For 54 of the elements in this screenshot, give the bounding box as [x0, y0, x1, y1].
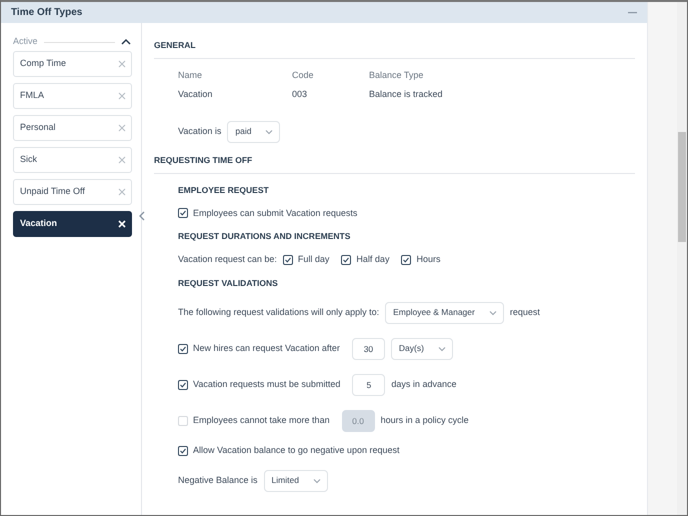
checkbox-label: Allow Vacation balance to go negative upon request — [193, 444, 400, 457]
checkbox[interactable] — [282, 255, 293, 265]
section-heading: REQUEST DURATIONS AND INCREMENTS — [178, 230, 352, 243]
number-field[interactable]: 5 — [352, 374, 386, 396]
checkbox[interactable] — [178, 208, 188, 218]
checkbox[interactable] — [178, 344, 188, 354]
checkbox-label: Full day — [298, 253, 330, 266]
label-text: request — [510, 306, 540, 319]
dropdown[interactable]: Limited — [264, 470, 328, 492]
label-text: Negative Balance is — [178, 474, 258, 487]
dropdown[interactable]: Day(s) — [390, 338, 453, 360]
checkbox-label: Vacation requests must be submitted — [193, 378, 340, 391]
list-item[interactable]: Personal — [13, 115, 132, 141]
section-heading: GENERAL — [154, 39, 636, 59]
label-text: Vacation request can be: — [178, 253, 277, 266]
caret-icon[interactable] — [121, 38, 131, 46]
list-item[interactable]: Unpaid Time Off — [13, 179, 132, 205]
number-field[interactable]: 30 — [352, 338, 385, 360]
label-text: days in advance — [391, 378, 456, 391]
chevron-down-icon — [438, 346, 446, 352]
list-item[interactable]: Comp Time — [13, 51, 132, 77]
list-item[interactable]: FMLA — [13, 83, 132, 109]
section-heading: REQUEST VALIDATIONS — [178, 277, 279, 290]
field-label: Code — [292, 68, 315, 82]
section-heading: REQUESTING TIME OFF — [154, 154, 636, 174]
checkbox-label: Employees cannot take more than — [193, 414, 330, 427]
checkbox[interactable] — [178, 446, 188, 456]
field-label: Name — [178, 68, 204, 82]
label-text: Vacation is — [178, 125, 222, 138]
dropdown[interactable]: paid — [227, 120, 280, 143]
chevron-down-icon — [312, 478, 321, 484]
chevron-down-icon — [265, 128, 274, 135]
scrollbar-thumb[interactable] — [678, 132, 686, 242]
field-value: Balance is tracked — [369, 88, 444, 102]
collapse-icon[interactable] — [139, 211, 145, 221]
panel-title: Time Off Types — [11, 6, 82, 20]
checkbox-label: Half day — [356, 253, 390, 266]
list-item[interactable]: Sick — [13, 147, 132, 173]
dropdown[interactable]: Employee & Manager — [385, 302, 504, 324]
list-item[interactable]: Vacation — [13, 211, 132, 237]
checkbox-label: Hours — [416, 253, 440, 266]
checkbox-label: New hires can request Vacation after — [193, 342, 340, 355]
field-value: Vacation — [178, 88, 214, 102]
label-text: The following request validations will only apply to: — [178, 306, 380, 319]
group-label: Active — [13, 35, 38, 48]
section-heading: EMPLOYEE REQUEST — [178, 184, 270, 196]
checkbox[interactable] — [401, 255, 412, 265]
field-value: 003 — [292, 88, 308, 102]
label-text: hours in a policy cycle — [380, 414, 469, 427]
field-label: Balance Type — [369, 68, 424, 82]
chevron-down-icon — [488, 310, 497, 316]
checkbox[interactable] — [341, 255, 352, 265]
checkbox-label: Employees can submit Vacation requests — [193, 206, 358, 220]
checkbox[interactable] — [178, 380, 188, 390]
